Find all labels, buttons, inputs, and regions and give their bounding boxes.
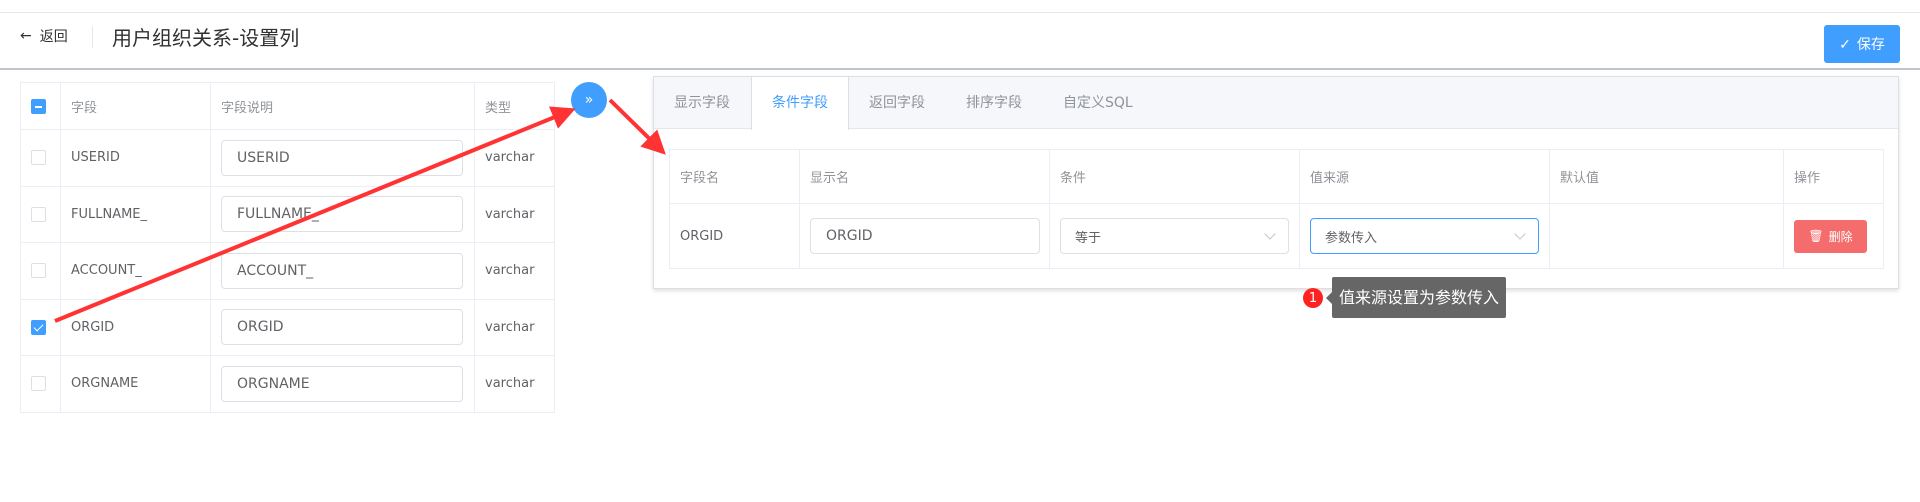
- annotation-arrows: [54, 98, 666, 323]
- arrow-to-move-button: [54, 106, 576, 323]
- arrow-to-condition-row: [608, 98, 666, 155]
